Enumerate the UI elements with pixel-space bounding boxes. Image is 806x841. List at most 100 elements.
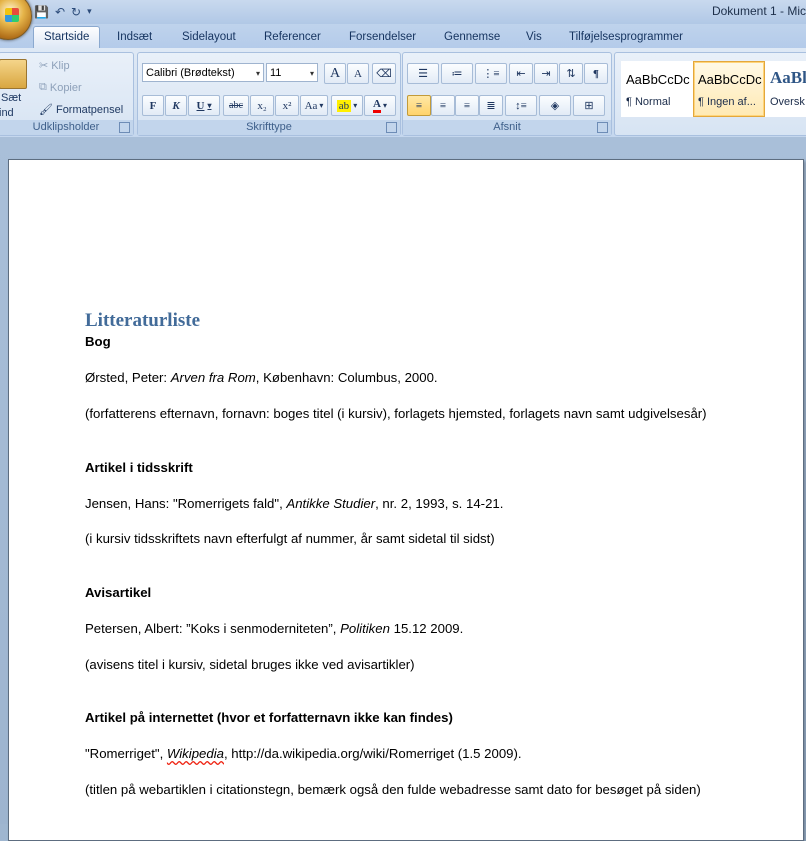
show-formatting-button[interactable]: ¶ xyxy=(584,63,608,84)
office-logo-icon xyxy=(5,8,19,22)
quick-access-toolbar: 💾 ↶ ↻ ▾ xyxy=(34,2,92,22)
font-color-button[interactable]: A ▾ xyxy=(364,95,396,116)
chevron-down-icon: ▾ xyxy=(382,101,387,110)
strikethrough-button[interactable]: abc xyxy=(223,95,249,116)
section-title: Artikel i tidsskrift xyxy=(85,460,193,475)
line-spacing-button[interactable]: ↕≡ xyxy=(505,95,537,116)
styles-group: AaBbCcDc ¶ Normal AaBbCcDc ¶ Ingen af...… xyxy=(614,52,806,136)
save-icon[interactable]: 💾 xyxy=(34,5,49,19)
tab-forsendelser[interactable]: Forsendelser xyxy=(349,27,416,48)
font-dialog-launcher[interactable] xyxy=(386,122,397,133)
increase-indent-button[interactable]: ⇥ xyxy=(534,63,558,84)
section-title: Artikel på internettet (hvor et forfatte… xyxy=(85,710,453,725)
chevron-down-icon: ▾ xyxy=(309,69,314,78)
example-text: , nr. 2, 1993, s. 14-21. xyxy=(375,496,504,511)
format-painter-icon: 🖌 xyxy=(39,104,53,116)
ribbon: Sæt ind ✂ Klip ⧉ Kopier 🖌 Formatpensel U… xyxy=(0,48,806,138)
example-text: 15.12 2009. xyxy=(389,621,464,636)
align-right-icon: ≡ xyxy=(463,99,471,112)
underline-label: U xyxy=(196,99,205,112)
title-bar: 💾 ↶ ↻ ▾ Dokument 1 - Mic xyxy=(0,0,806,24)
style-name: ¶ Normal xyxy=(626,96,671,108)
decrease-indent-icon: ⇤ xyxy=(516,68,526,80)
bold-button[interactable]: F xyxy=(142,95,164,116)
grow-font-button[interactable]: A xyxy=(324,63,346,84)
font-color-icon: A xyxy=(373,98,381,113)
example-italic: Politiken xyxy=(340,621,390,636)
paste-icon xyxy=(0,59,27,89)
borders-button[interactable]: ⊞ xyxy=(573,95,605,116)
tab-vis[interactable]: Vis xyxy=(526,27,542,48)
copy-button[interactable]: ⧉ Kopier xyxy=(39,81,82,94)
paragraph-group: ☰ ≔ ⋮≡ ⇤ ⇥ ⇅ ¶ ≡ ≡ ≡ ≣ ↕≡ ◈ ⊞ Afsnit xyxy=(402,52,612,136)
example-italic: Wikipedia xyxy=(166,746,224,761)
shading-button[interactable]: ◈ xyxy=(539,95,571,116)
style-sample: AaBbCcDc xyxy=(626,72,690,87)
clear-formatting-icon: ⌫ xyxy=(376,68,392,80)
clear-formatting-button[interactable]: ⌫ xyxy=(372,63,396,84)
tab-indsaet[interactable]: Indsæt xyxy=(117,27,152,48)
align-left-button[interactable]: ≡ xyxy=(407,95,431,116)
cut-button[interactable]: ✂ Klip xyxy=(39,59,70,73)
section-example: Jensen, Hans: "Romerrigets fald", Antikk… xyxy=(85,496,503,511)
font-family-value: Calibri (Brødtekst) xyxy=(146,67,235,79)
tab-tilfoejelsesprogrammer[interactable]: Tilføjelsesprogrammer xyxy=(569,27,683,48)
shrink-font-button[interactable]: A xyxy=(347,63,369,84)
sort-button[interactable]: ⇅ xyxy=(559,63,583,84)
align-center-icon: ≡ xyxy=(439,99,447,112)
clipboard-dialog-launcher[interactable] xyxy=(119,122,130,133)
font-size-select[interactable]: 11 ▾ xyxy=(266,63,318,82)
align-right-button[interactable]: ≡ xyxy=(455,95,479,116)
paragraph-dialog-launcher[interactable] xyxy=(597,122,608,133)
font-size-value: 11 xyxy=(270,67,282,79)
numbered-list-icon: ≔ xyxy=(451,68,463,80)
clipboard-group: Sæt ind ✂ Klip ⧉ Kopier 🖌 Formatpensel U… xyxy=(0,52,134,136)
increase-indent-icon: ⇥ xyxy=(541,68,551,80)
border-icon: ⊞ xyxy=(584,100,594,112)
tab-startside[interactable]: Startside xyxy=(33,26,101,48)
align-center-button[interactable]: ≡ xyxy=(431,95,455,116)
section-title: Bog xyxy=(85,334,111,349)
decrease-indent-button[interactable]: ⇤ xyxy=(509,63,533,84)
italic-button[interactable]: K xyxy=(165,95,187,116)
italic-label: K xyxy=(172,99,180,112)
copy-icon: ⧉ xyxy=(39,81,47,93)
chevron-down-icon: ▾ xyxy=(207,101,212,110)
tab-sidelayout[interactable]: Sidelayout xyxy=(182,27,236,48)
paste-button[interactable]: Sæt ind xyxy=(0,59,29,119)
example-italic: Antikke Studier xyxy=(286,496,376,511)
format-painter-button[interactable]: 🖌 Formatpensel xyxy=(39,103,123,117)
superscript-button[interactable]: x² xyxy=(275,95,299,116)
highlight-button[interactable]: ab ▾ xyxy=(331,95,363,116)
section-example: Petersen, Albert: ”Koks i senmodernitete… xyxy=(85,621,463,636)
change-case-button[interactable]: Aa ▾ xyxy=(300,95,328,116)
style-sample: AaBbCcDc xyxy=(698,72,762,87)
chevron-down-icon: ▾ xyxy=(255,69,260,78)
align-left-icon: ≡ xyxy=(415,99,423,112)
paste-label: Sæt xyxy=(1,92,22,104)
numbering-button[interactable]: ≔ xyxy=(441,63,473,84)
customize-qat-icon[interactable]: ▾ xyxy=(87,7,92,17)
style-heading-1[interactable]: AaBl Oversk xyxy=(765,61,806,117)
chevron-down-icon: ▾ xyxy=(353,101,358,110)
example-text: Ørsted, Peter: xyxy=(85,370,171,385)
redo-icon[interactable]: ↻ xyxy=(71,5,81,19)
example-text: Petersen, Albert: ”Koks i senmodernitete… xyxy=(85,621,341,636)
bullets-button[interactable]: ☰ xyxy=(407,63,439,84)
subscript-button[interactable]: x₂ xyxy=(250,95,274,116)
undo-icon[interactable]: ↶ xyxy=(55,5,65,19)
style-no-spacing[interactable]: AaBbCcDc ¶ Ingen af... xyxy=(693,61,765,117)
section-note: (forfatterens efternavn, fornavn: boges … xyxy=(85,406,707,421)
tab-gennemse[interactable]: Gennemse xyxy=(444,27,500,48)
tab-referencer[interactable]: Referencer xyxy=(264,27,321,48)
superscript-label: x² xyxy=(282,99,292,112)
style-normal[interactable]: AaBbCcDc ¶ Normal xyxy=(621,61,693,117)
style-name: ¶ Ingen af... xyxy=(698,96,756,108)
font-family-select[interactable]: Calibri (Brødtekst) ▾ xyxy=(142,63,264,82)
section-example: Ørsted, Peter: Arven fra Rom, København:… xyxy=(85,370,438,385)
multilevel-list-button[interactable]: ⋮≡ xyxy=(475,63,507,84)
section-example: "Romerriget", Wikipedia, http://da.wikip… xyxy=(85,746,522,761)
justify-button[interactable]: ≣ xyxy=(479,95,503,116)
underline-button[interactable]: U ▾ xyxy=(188,95,220,116)
document-page[interactable]: Litteraturliste Bog Ørsted, Peter: Arven… xyxy=(8,159,804,841)
